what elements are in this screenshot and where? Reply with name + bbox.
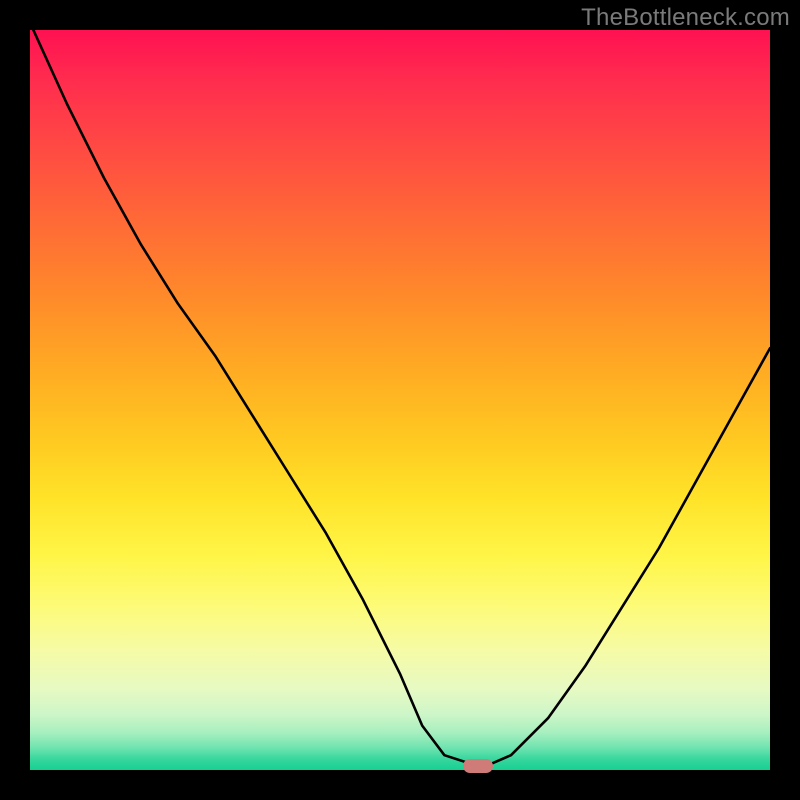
watermark-text: TheBottleneck.com bbox=[581, 4, 790, 32]
curve-layer bbox=[30, 30, 770, 770]
chart-frame: TheBottleneck.com bbox=[0, 0, 800, 800]
bottleneck-curve bbox=[30, 30, 770, 765]
optimal-point-marker bbox=[463, 759, 493, 773]
plot-area bbox=[30, 30, 770, 770]
